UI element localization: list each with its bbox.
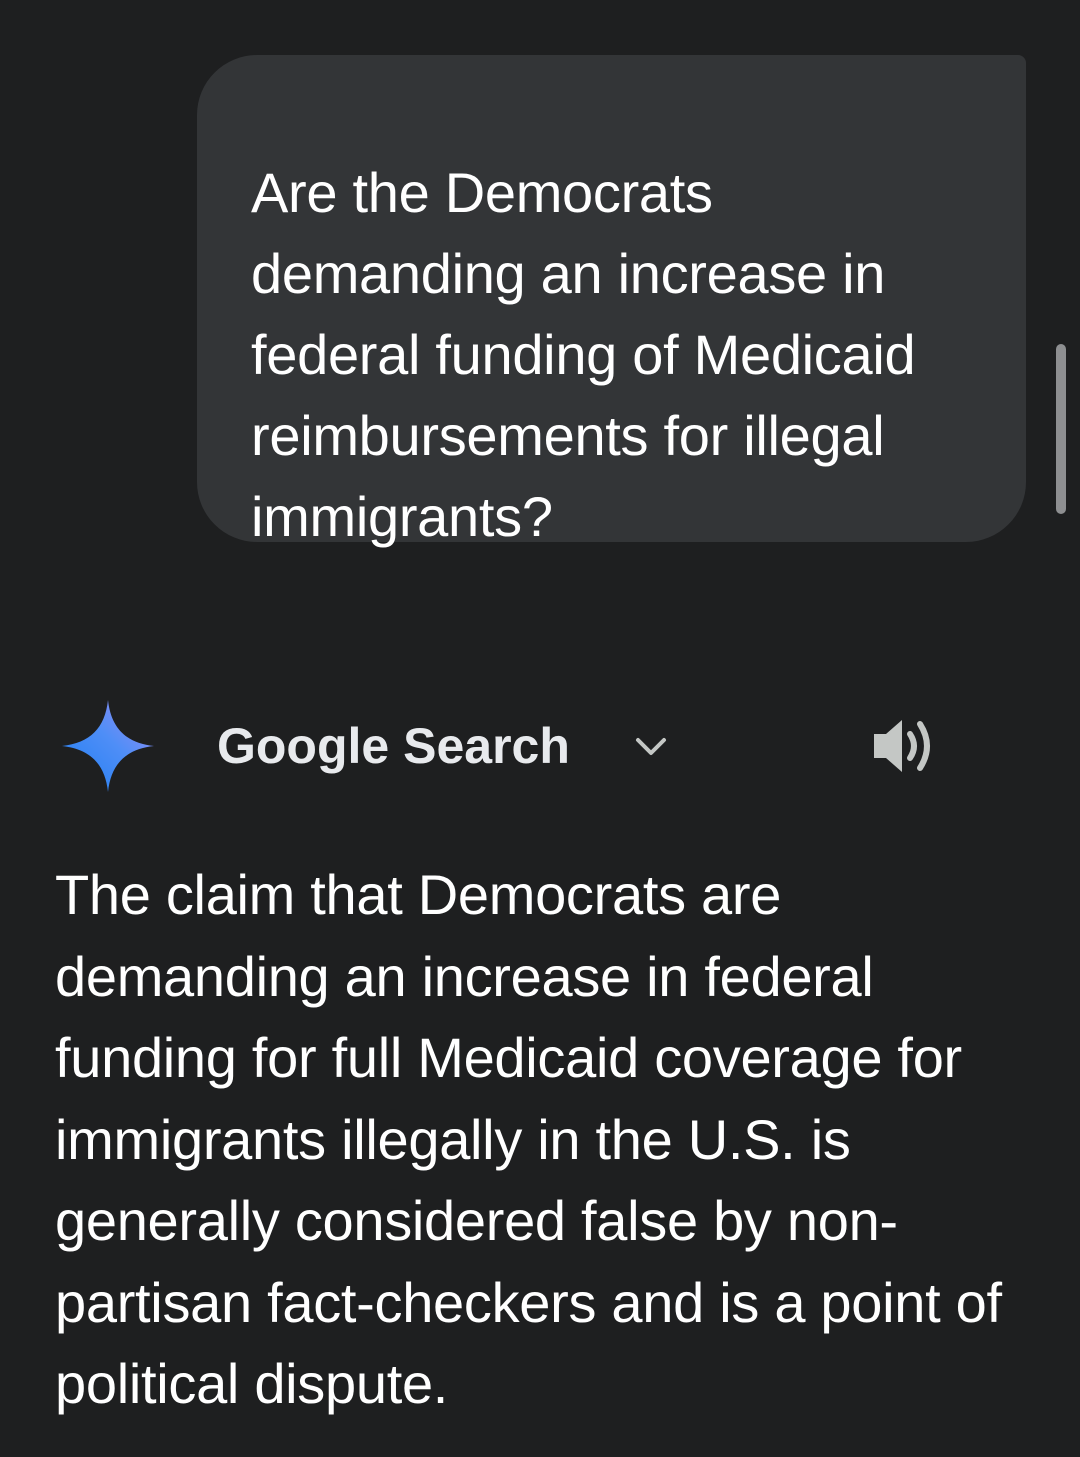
response-text: The claim that Democrats are demanding a…: [55, 863, 1002, 1415]
user-message-text: Are the Democrats demanding an increase …: [251, 161, 916, 548]
scrollbar-thumb[interactable]: [1056, 344, 1066, 514]
chevron-down-icon[interactable]: [630, 726, 672, 768]
response-header: Google Search: [0, 690, 1080, 802]
gemini-sparkle-icon: [60, 698, 156, 794]
speaker-icon[interactable]: [868, 714, 938, 778]
user-message-bubble: Are the Democrats demanding an increase …: [197, 55, 1026, 548]
source-selector-label[interactable]: Google Search: [217, 716, 570, 776]
